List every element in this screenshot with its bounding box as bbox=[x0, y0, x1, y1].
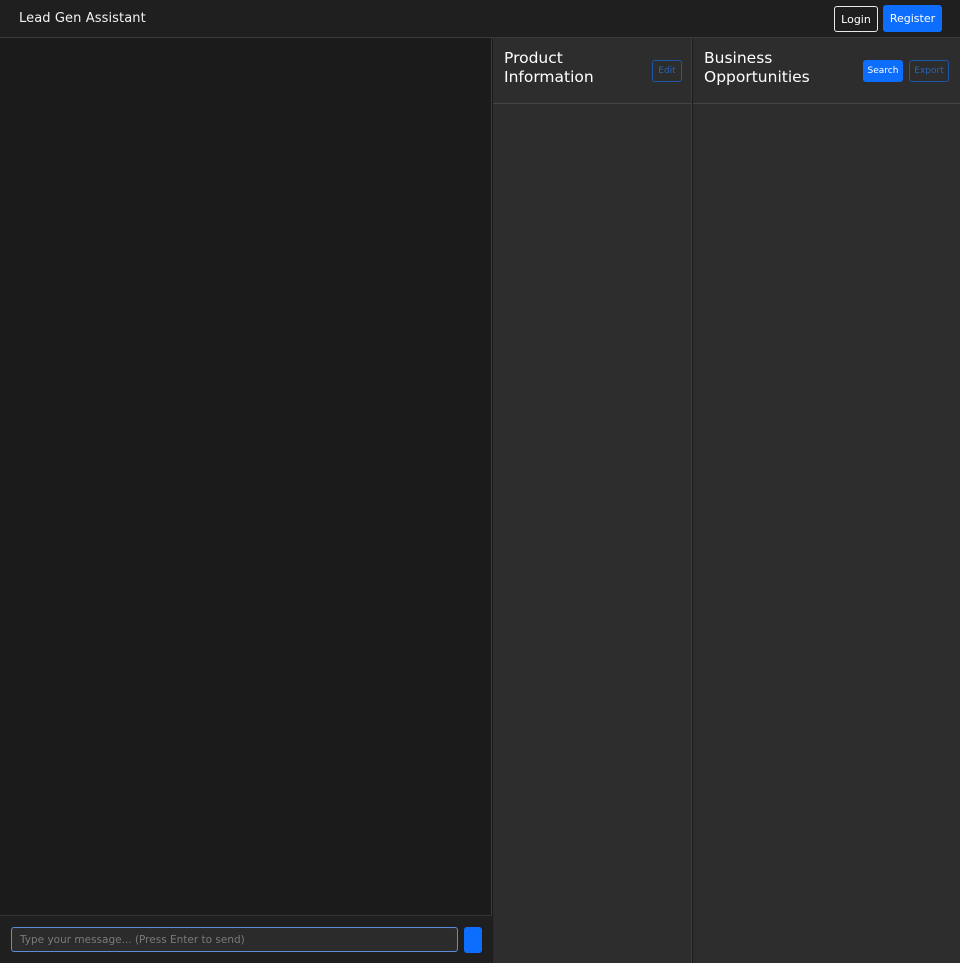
chat-input-bar bbox=[0, 915, 492, 963]
business-panel-title: Business Opportunities bbox=[704, 49, 810, 86]
send-button[interactable] bbox=[464, 927, 482, 953]
chat-panel bbox=[0, 38, 492, 963]
search-button[interactable]: Search bbox=[863, 60, 903, 82]
chat-messages-area[interactable] bbox=[0, 38, 492, 915]
business-panel-body bbox=[693, 104, 960, 963]
edit-button[interactable]: Edit bbox=[652, 60, 682, 82]
product-panel-title: Product Information bbox=[504, 49, 594, 86]
business-opportunities-panel: Business Opportunities Search Export bbox=[693, 38, 960, 963]
product-panel-body bbox=[493, 104, 691, 963]
login-button[interactable]: Login bbox=[834, 6, 878, 32]
register-button[interactable]: Register bbox=[883, 5, 942, 32]
business-panel-header: Business Opportunities Search Export bbox=[693, 38, 960, 104]
app-title[interactable]: Lead Gen Assistant bbox=[19, 11, 146, 26]
export-button[interactable]: Export bbox=[909, 60, 949, 82]
product-information-panel: Product Information Edit bbox=[493, 38, 692, 963]
product-panel-header: Product Information Edit bbox=[493, 38, 691, 104]
top-navbar: Lead Gen Assistant Login Register bbox=[0, 0, 960, 38]
chat-message-input[interactable] bbox=[11, 927, 458, 952]
